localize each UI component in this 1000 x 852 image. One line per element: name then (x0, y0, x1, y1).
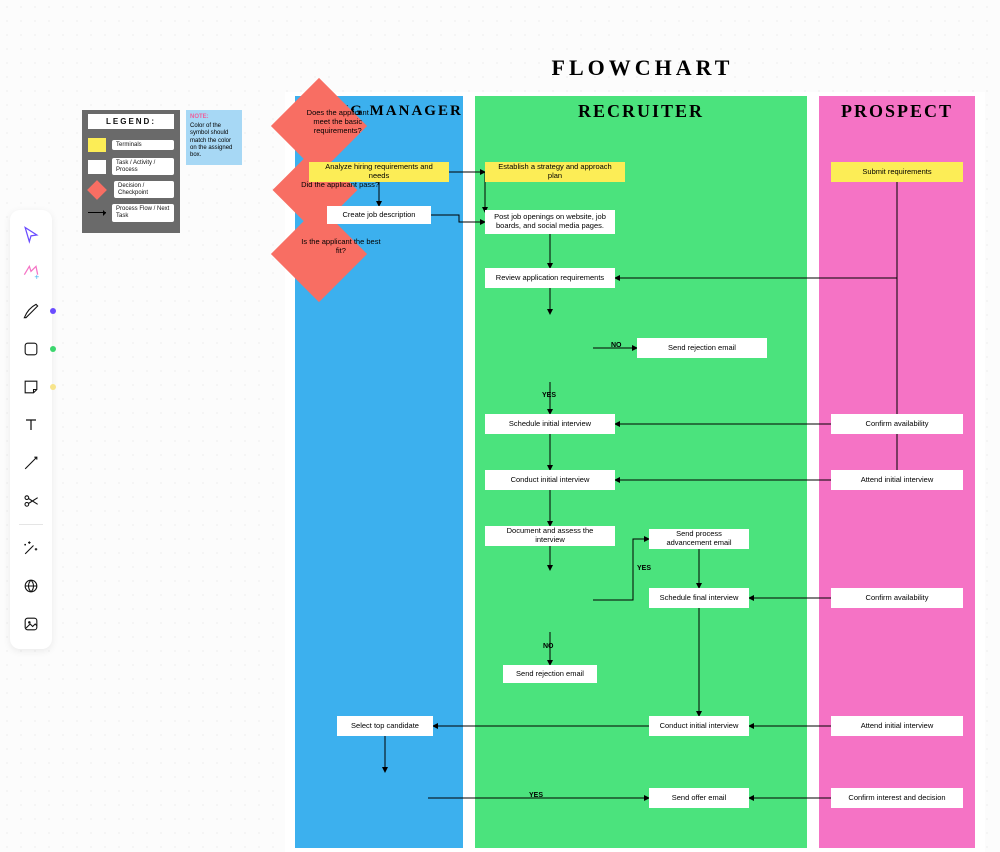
ai-sparkle-icon: + (21, 263, 41, 283)
node-rc-reject2[interactable]: Send rejection email (503, 665, 597, 683)
node-rc-document[interactable]: Document and assess the interview (485, 526, 615, 546)
left-toolbar: + (10, 210, 52, 649)
node-pr-confirm3[interactable]: Confirm interest and decision (831, 788, 963, 808)
node-rc-conduct[interactable]: Conduct initial interview (485, 470, 615, 490)
terminal-swatch (88, 138, 106, 152)
label-no: NO (611, 342, 622, 349)
shape-color-dot (50, 346, 56, 352)
decision-label: Does the applicant meet the basic requir… (294, 104, 382, 139)
shape-tool[interactable] (16, 334, 46, 364)
note-body: Color of the symbol should match the col… (190, 123, 238, 159)
node-pr-confirm2[interactable]: Confirm availability (831, 588, 963, 608)
page-title: FLOWCHART (285, 55, 1000, 81)
svg-text:+: + (34, 272, 39, 282)
legend-item-process: Task / Activity / Process (82, 155, 180, 178)
label-yes2: YES (637, 565, 651, 572)
sticky-tool[interactable] (16, 372, 46, 402)
lane-header-rc: RECRUITER (475, 102, 807, 120)
text-icon (21, 415, 41, 435)
node-rc-advance[interactable]: Send process advancement email (649, 529, 749, 549)
decision-swatch (87, 180, 107, 200)
note-title: NOTE: (190, 114, 238, 121)
legend-item-terminal: Terminals (82, 135, 180, 155)
pen-tool[interactable] (16, 296, 46, 326)
legend-label: Task / Activity / Process (112, 158, 174, 175)
legend-item-decision: Decision / Checkpoint (82, 178, 180, 201)
legend-title: LEGEND: (88, 114, 174, 129)
scissors-icon (21, 491, 41, 511)
node-rc-conduct2[interactable]: Conduct initial interview (649, 716, 749, 736)
cursor-icon (21, 225, 41, 245)
image-icon (21, 614, 41, 634)
toolbar-divider (19, 524, 43, 525)
sticky-color-dot (50, 384, 56, 390)
image-tool[interactable] (16, 609, 46, 639)
text-tool[interactable] (16, 410, 46, 440)
node-pr-attend2[interactable]: Attend initial interview (831, 716, 963, 736)
legend-label: Process Flow / Next Task (112, 204, 174, 221)
rect-icon (21, 339, 41, 359)
legend-label: Terminals (112, 140, 174, 151)
connector-tool[interactable] (16, 448, 46, 478)
pen-icon (21, 301, 41, 321)
arrow-swatch (88, 212, 106, 213)
ai-tool[interactable]: + (16, 258, 46, 288)
globe-icon (21, 576, 41, 596)
node-rc-strategy[interactable]: Establish a strategy and approach plan (485, 162, 625, 182)
process-swatch (88, 160, 106, 174)
node-rc-review[interactable]: Review application requirements (485, 268, 615, 288)
node-pr-submit[interactable]: Submit requirements (831, 162, 963, 182)
connector-icon (21, 453, 41, 473)
node-hm-analyze[interactable]: Analyze hiring requirements and needs (309, 162, 449, 182)
node-pr-confirm1[interactable]: Confirm availability (831, 414, 963, 434)
pen-color-dot (50, 308, 56, 314)
note-panel[interactable]: NOTE: Color of the symbol should match t… (186, 110, 242, 165)
node-hm-jobdesc[interactable]: Create job description (327, 206, 431, 224)
flowchart-canvas[interactable]: HIRING MANAGER RECRUITER PROSPECT (285, 92, 985, 852)
globe-tool[interactable] (16, 571, 46, 601)
label-no2: NO (543, 643, 554, 650)
magic-tool[interactable] (16, 533, 46, 563)
lane-header-pr: PROSPECT (819, 102, 975, 120)
legend-item-arrow: Process Flow / Next Task (82, 201, 180, 224)
node-rc-offer[interactable]: Send offer email (649, 788, 749, 808)
legend-label: Decision / Checkpoint (114, 181, 174, 198)
wand-icon (21, 538, 41, 558)
decision-label: Is the applicant the best fit? (297, 233, 385, 259)
node-pr-attend1[interactable]: Attend initial interview (831, 470, 963, 490)
select-tool[interactable] (16, 220, 46, 250)
node-hm-select[interactable]: Select top candidate (337, 716, 433, 736)
sticky-icon (21, 377, 41, 397)
node-rc-schedule[interactable]: Schedule initial interview (485, 414, 615, 434)
label-yes3: YES (529, 792, 543, 799)
node-rc-reject1[interactable]: Send rejection email (637, 338, 767, 358)
legend-panel[interactable]: LEGEND: Terminals Task / Activity / Proc… (82, 110, 180, 233)
node-rc-schedfinal[interactable]: Schedule final interview (649, 588, 749, 608)
node-rc-post[interactable]: Post job openings on website, job boards… (485, 210, 615, 234)
label-yes: YES (542, 392, 556, 399)
scissors-tool[interactable] (16, 486, 46, 516)
